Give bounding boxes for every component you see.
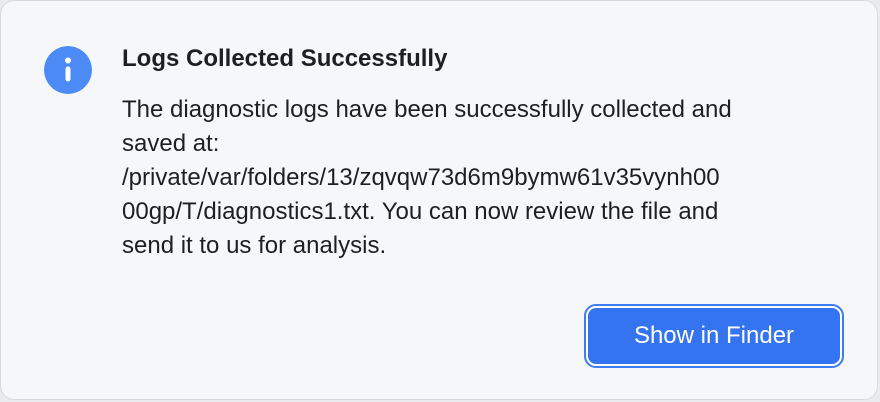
logs-collected-dialog: Logs Collected Successfully The diagnost… <box>0 0 878 400</box>
message-line: /private/var/folders/13/zqvqw73d6m9bymw6… <box>122 164 720 191</box>
show-in-finder-label: Show in Finder <box>588 308 840 364</box>
message-line: 00gp/T/diagnostics1.txt. You can now rev… <box>122 198 719 225</box>
message-line: saved at: <box>122 130 220 157</box>
info-icon <box>44 46 92 94</box>
message-line: The diagnostic logs have been successful… <box>122 96 732 123</box>
dialog-title: Logs Collected Successfully <box>122 45 448 72</box>
show-in-finder-button[interactable]: Show in Finder <box>584 304 844 368</box>
dialog-message: The diagnostic logs have been successful… <box>122 93 842 263</box>
message-line: send it to us for analysis. <box>122 232 387 259</box>
